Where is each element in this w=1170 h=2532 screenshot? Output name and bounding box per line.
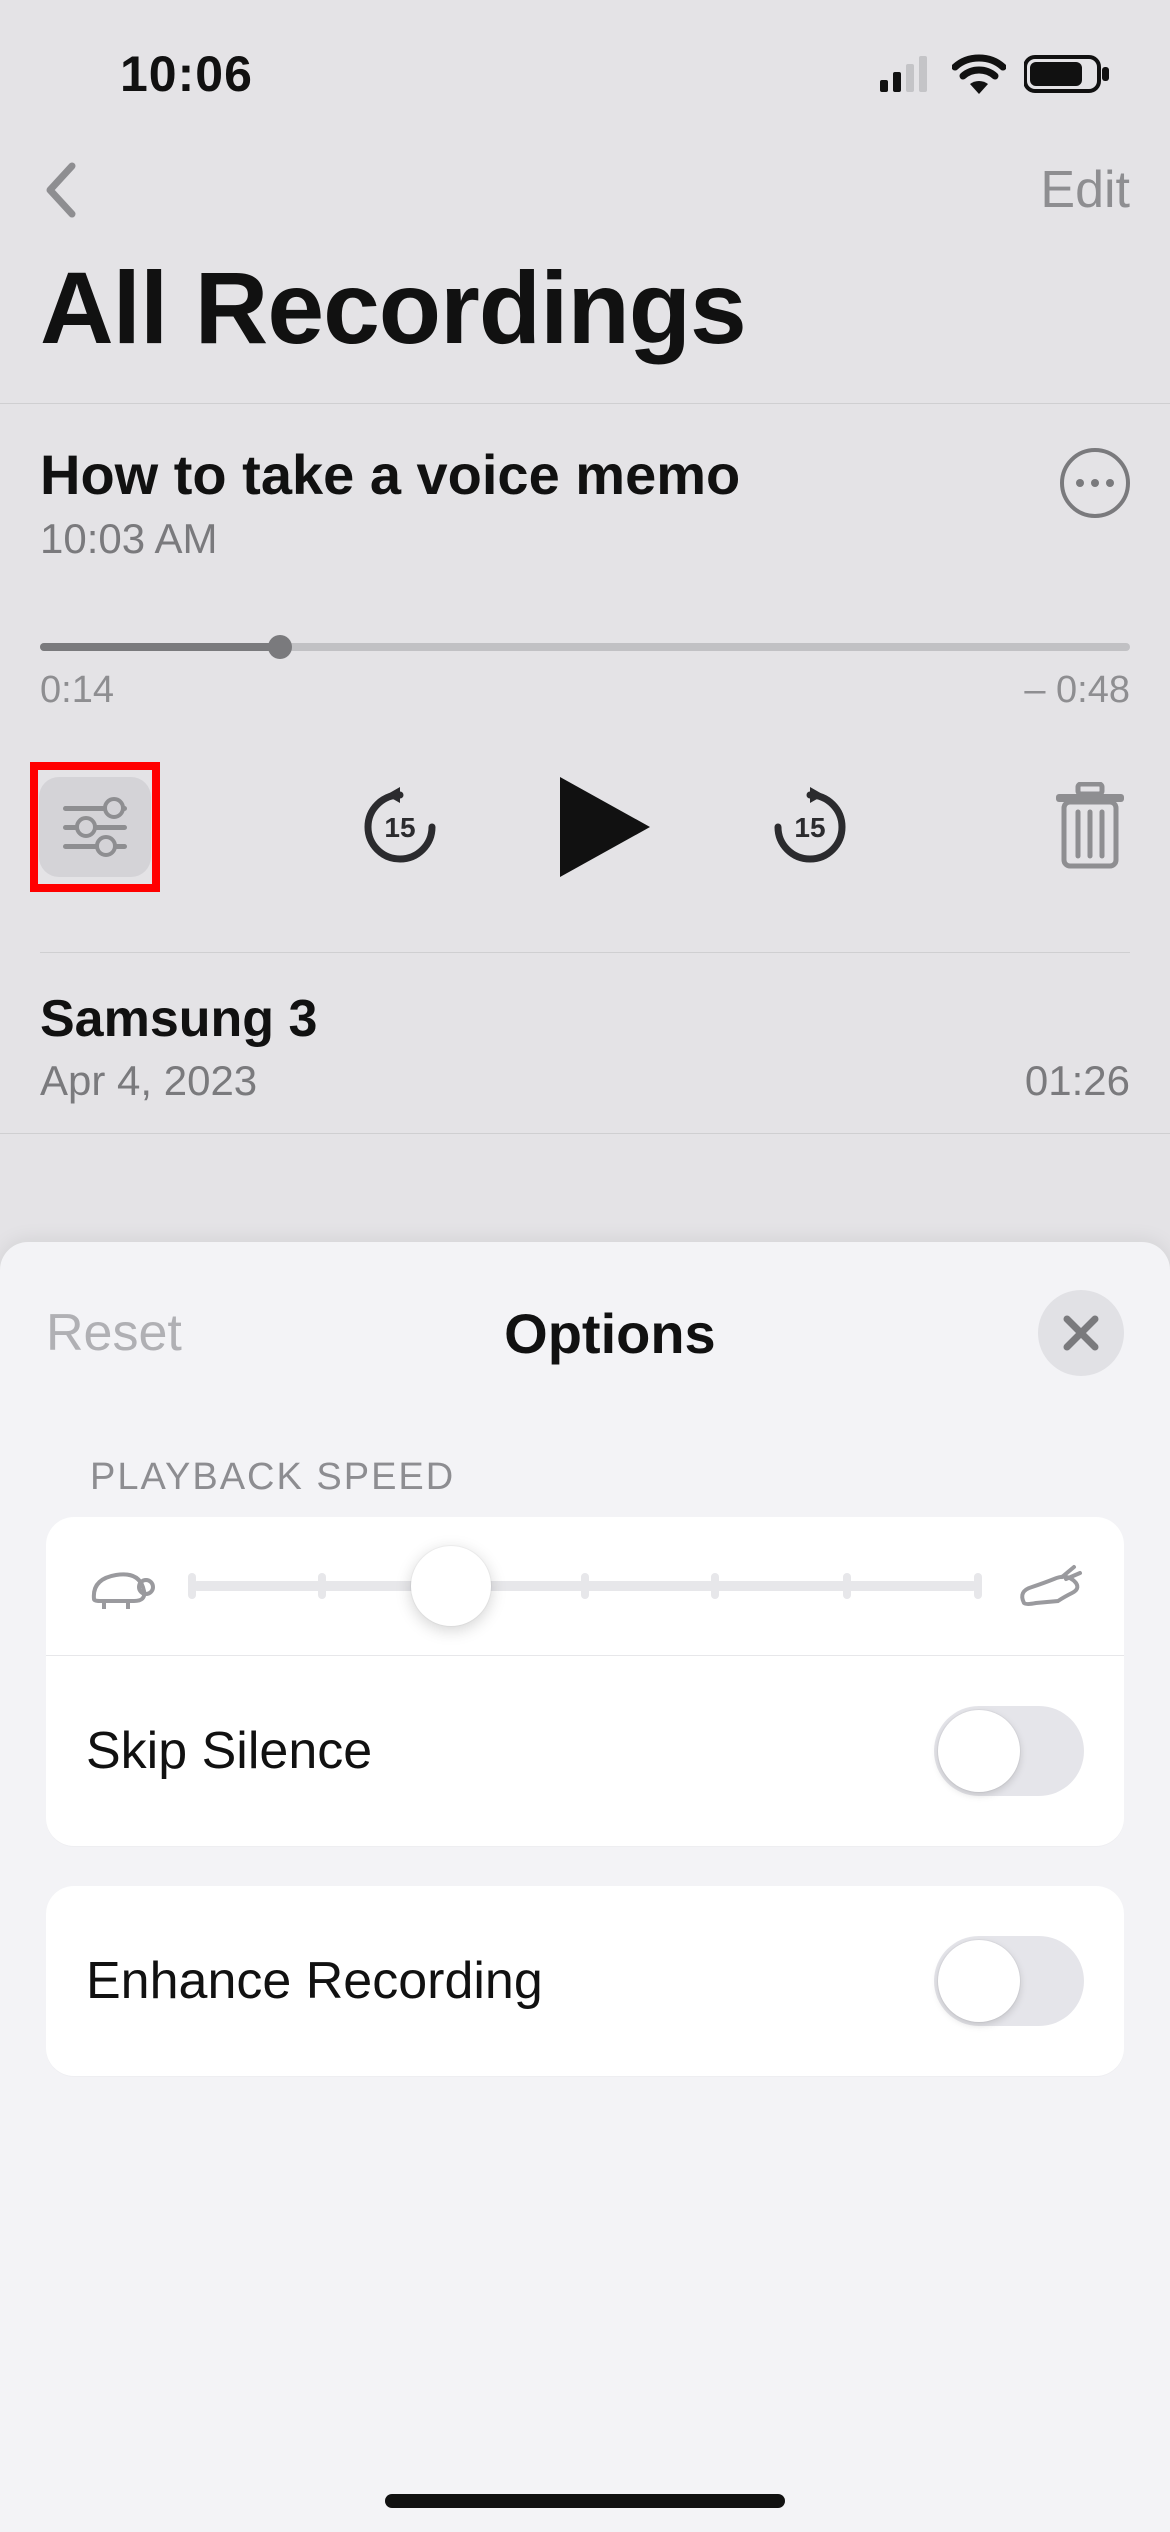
home-indicator[interactable] bbox=[385, 2494, 785, 2508]
speed-card: Skip Silence bbox=[46, 1517, 1124, 1846]
recording-detail: How to take a voice memo 10:03 AM 0:14 –… bbox=[0, 404, 1170, 953]
remaining-time: – 0:48 bbox=[1024, 669, 1130, 712]
sliders-icon bbox=[63, 806, 127, 811]
section-label-speed: PLAYBACK SPEED bbox=[0, 1426, 1170, 1517]
list-item-duration: 01:26 bbox=[1025, 1057, 1130, 1105]
tortoise-icon bbox=[86, 1561, 156, 1611]
skip-silence-toggle[interactable] bbox=[934, 1706, 1084, 1796]
skip-silence-label: Skip Silence bbox=[86, 1721, 372, 1781]
wifi-icon bbox=[952, 54, 1006, 94]
recording-list-item[interactable]: Samsung 3 Apr 4, 2023 01:26 bbox=[0, 953, 1170, 1134]
delete-button[interactable] bbox=[1050, 782, 1130, 872]
playback-controls: 15 15 bbox=[40, 712, 1130, 953]
list-item-date: Apr 4, 2023 bbox=[40, 1057, 257, 1105]
status-icons bbox=[880, 54, 1110, 94]
close-icon bbox=[1061, 1313, 1101, 1353]
options-sheet: Reset Options PLAYBACK SPEED bbox=[0, 1242, 1170, 2532]
reset-button[interactable]: Reset bbox=[46, 1303, 182, 1363]
slider-thumb[interactable] bbox=[411, 1546, 491, 1626]
options-button[interactable] bbox=[39, 777, 151, 877]
playback-scrubber[interactable]: 0:14 – 0:48 bbox=[40, 643, 1130, 712]
hare-icon bbox=[1014, 1561, 1084, 1611]
status-bar: 10:06 bbox=[0, 0, 1170, 120]
edit-button[interactable]: Edit bbox=[1040, 160, 1130, 220]
cellular-icon bbox=[880, 56, 934, 92]
more-button[interactable] bbox=[1060, 448, 1130, 518]
page-title: All Recordings bbox=[0, 250, 1170, 404]
annotation-highlight bbox=[30, 762, 160, 892]
enhance-card: Enhance Recording bbox=[46, 1886, 1124, 2076]
battery-icon bbox=[1024, 54, 1110, 94]
status-time: 10:06 bbox=[120, 45, 253, 103]
screen: 10:06 Edit All Rec bbox=[0, 0, 1170, 2532]
list-item-title: Samsung 3 bbox=[40, 989, 1130, 1049]
close-button[interactable] bbox=[1038, 1290, 1124, 1376]
skip-forward-15-button[interactable]: 15 bbox=[770, 787, 850, 867]
enhance-recording-label: Enhance Recording bbox=[86, 1951, 543, 2011]
playback-speed-slider[interactable] bbox=[192, 1581, 978, 1591]
elapsed-time: 0:14 bbox=[40, 669, 114, 712]
sheet-title: Options bbox=[504, 1301, 716, 1366]
enhance-recording-toggle[interactable] bbox=[934, 1936, 1084, 2026]
play-button[interactable] bbox=[560, 777, 650, 877]
svg-text:15: 15 bbox=[384, 812, 415, 843]
recording-subtitle: 10:03 AM bbox=[40, 515, 740, 563]
back-button[interactable] bbox=[40, 160, 80, 220]
recording-title: How to take a voice memo bbox=[40, 442, 740, 507]
skip-back-15-button[interactable]: 15 bbox=[360, 787, 440, 867]
svg-text:15: 15 bbox=[794, 812, 825, 843]
nav-row: Edit bbox=[0, 120, 1170, 250]
